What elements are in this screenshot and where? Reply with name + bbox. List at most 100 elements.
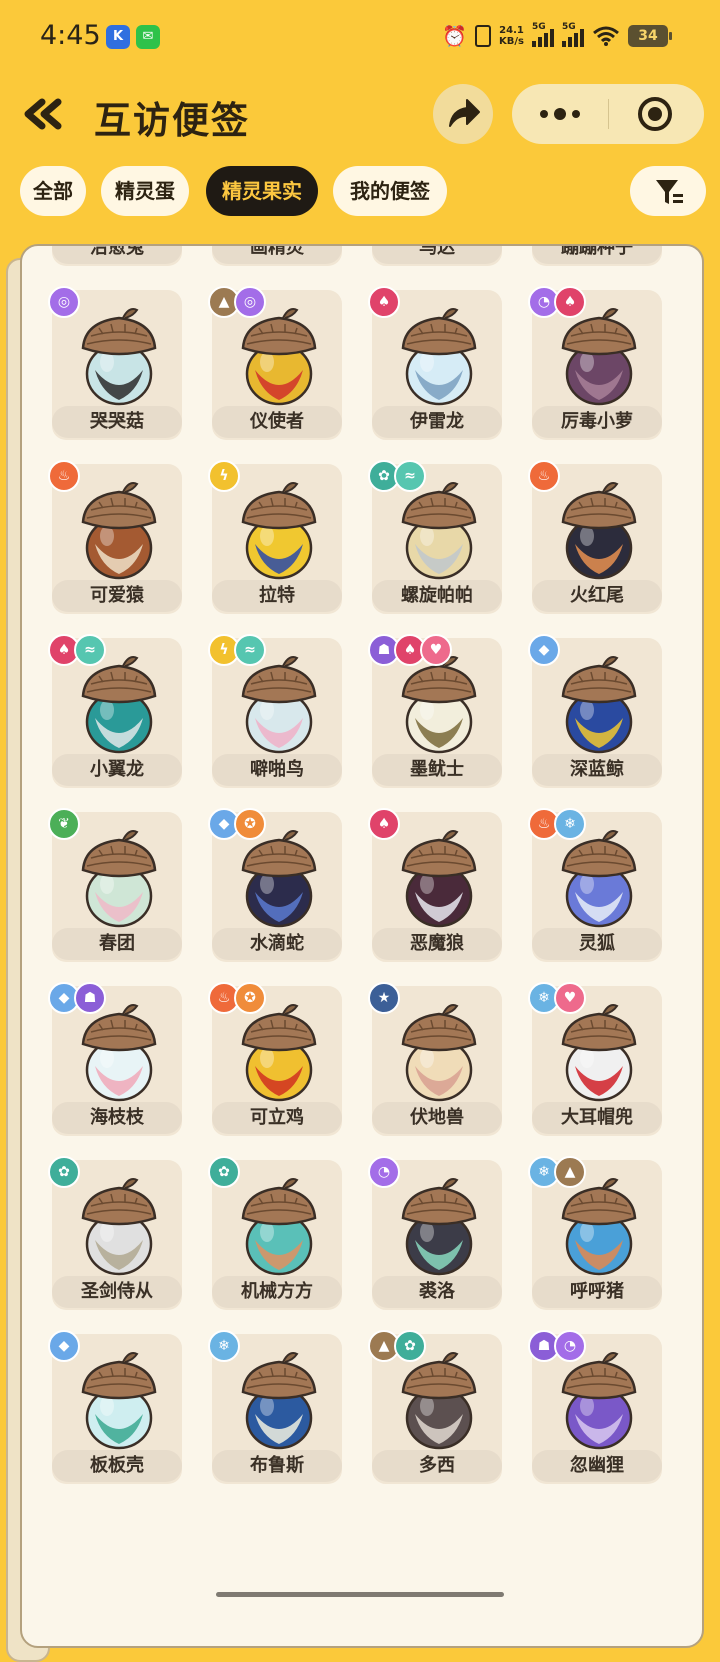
signal-1-icon: 5G bbox=[532, 22, 554, 47]
type-badges: ◎ bbox=[48, 286, 80, 318]
fruit-item[interactable]: ϟ ≈ 噼啪鸟 bbox=[208, 634, 342, 796]
fruit-item[interactable]: ✿ ≈ 螺旋帕帕 bbox=[368, 460, 502, 622]
fruit-item[interactable]: ❦ 春团 bbox=[48, 808, 182, 970]
fruit-name: 伊雷龙 bbox=[372, 406, 502, 438]
fruit-item[interactable]: 乌达 bbox=[372, 246, 502, 274]
fruit-item[interactable]: 治愈兔 bbox=[52, 246, 182, 274]
fruit-item[interactable]: ▲ ✿ 多西 bbox=[368, 1330, 502, 1492]
fruit-item[interactable]: ♨ ❄ 灵狐 bbox=[528, 808, 662, 970]
type-badges: ★ bbox=[368, 982, 400, 1014]
tab-eggs[interactable]: 精灵蛋 bbox=[101, 166, 189, 216]
signal-2-icon: 5G bbox=[562, 22, 584, 47]
fruit-name: 水滴蛇 bbox=[212, 928, 342, 960]
fruit-name: 噼啪鸟 bbox=[212, 754, 342, 786]
fruit-item[interactable]: ✿ 圣剑侍从 bbox=[48, 1156, 182, 1318]
rock-type-icon: ▲ bbox=[554, 1156, 586, 1188]
type-badges: ♠ bbox=[368, 286, 400, 318]
fruit-name: 圣剑侍从 bbox=[52, 1276, 182, 1308]
fruit-name: 哭哭菇 bbox=[52, 406, 182, 438]
fruit-item[interactable]: ◔ 裘洛 bbox=[368, 1156, 502, 1318]
type-badges: ♠ bbox=[368, 808, 400, 840]
acorn-fruit-icon bbox=[561, 308, 637, 406]
grass-type-icon: ❦ bbox=[48, 808, 80, 840]
fruit-item[interactable]: ♠ ≈ 小翼龙 bbox=[48, 634, 182, 796]
fruit-item[interactable]: ▲ ◎ 仪使者 bbox=[208, 286, 342, 448]
fruit-item[interactable]: ✿ 机械方方 bbox=[208, 1156, 342, 1318]
acorn-fruit-icon bbox=[81, 1004, 157, 1102]
tab-all[interactable]: 全部 bbox=[20, 166, 86, 216]
water-type-icon: ◆ bbox=[48, 1330, 80, 1362]
tab-fruits[interactable]: 精灵果实 bbox=[206, 166, 318, 216]
fruit-item[interactable]: ◆ ☗ 海枝枝 bbox=[48, 982, 182, 1144]
type-badges: ♨ bbox=[528, 460, 560, 492]
fruit-item[interactable]: ♨ 火红尾 bbox=[528, 460, 662, 622]
electric-type-icon: ϟ bbox=[208, 460, 240, 492]
fruit-item[interactable]: ϟ 拉特 bbox=[208, 460, 342, 622]
fruit-item[interactable]: ◎ 哭哭菇 bbox=[48, 286, 182, 448]
fruit-item[interactable]: 蹦蹦种子 bbox=[532, 246, 662, 274]
fruit-item[interactable]: ♨ 可爱猿 bbox=[48, 460, 182, 622]
fruit-item[interactable]: ★ 伏地兽 bbox=[368, 982, 502, 1144]
type-badges: ϟ ≈ bbox=[208, 634, 266, 666]
evil-type-icon: ♠ bbox=[368, 808, 400, 840]
fruit-item[interactable]: ☗ ◔ 忽幽狸 bbox=[528, 1330, 662, 1492]
fruit-item[interactable]: 画精灵 bbox=[212, 246, 342, 274]
page-title: 互访便签 bbox=[94, 99, 250, 142]
acorn-fruit-icon bbox=[561, 1352, 637, 1450]
ice-type-icon: ❄ bbox=[208, 1330, 240, 1362]
type-badges: ϟ bbox=[208, 460, 240, 492]
fruit-item[interactable]: ❄ ▲ 呼呼猪 bbox=[528, 1156, 662, 1318]
acorn-fruit-icon bbox=[241, 1352, 317, 1450]
fruit-item[interactable]: ◔ ♠ 厉毒小萝 bbox=[528, 286, 662, 448]
mech-type-icon: ✿ bbox=[208, 1156, 240, 1188]
fruit-item[interactable]: ♠ 伊雷龙 bbox=[368, 286, 502, 448]
type-badges: ◔ bbox=[368, 1156, 400, 1188]
fruit-name: 裘洛 bbox=[372, 1276, 502, 1308]
evil-type-icon: ♠ bbox=[554, 286, 586, 318]
mech-type-icon: ✿ bbox=[48, 1156, 80, 1188]
fruit-name: 墨鱿士 bbox=[372, 754, 502, 786]
martial-type-icon: ✪ bbox=[234, 982, 266, 1014]
fruit-item[interactable]: ☗ ♠ ♥ 墨鱿士 bbox=[368, 634, 502, 796]
fruit-name: 深蓝鲸 bbox=[532, 754, 662, 786]
filter-button[interactable] bbox=[630, 166, 706, 216]
fruit-item[interactable]: ❄ 布鲁斯 bbox=[208, 1330, 342, 1492]
fruit-name: 治愈兔 bbox=[52, 246, 182, 264]
close-mini-program-button[interactable] bbox=[609, 84, 704, 144]
acorn-fruit-icon bbox=[241, 656, 317, 754]
fruit-name: 灵狐 bbox=[532, 928, 662, 960]
acorn-fruit-icon bbox=[401, 1178, 477, 1276]
cute-type-icon: ♥ bbox=[554, 982, 586, 1014]
share-button[interactable] bbox=[433, 84, 493, 144]
fruit-item[interactable]: ◆ 深蓝鲸 bbox=[528, 634, 662, 796]
more-menu-button[interactable] bbox=[512, 84, 608, 144]
fruit-name: 呼呼猪 bbox=[532, 1276, 662, 1308]
fruit-name: 多西 bbox=[372, 1450, 502, 1482]
acorn-fruit-icon bbox=[401, 308, 477, 406]
acorn-fruit-icon bbox=[241, 308, 317, 406]
fruit-name: 大耳帽兜 bbox=[532, 1102, 662, 1134]
fruit-item[interactable]: ♨ ✪ 可立鸡 bbox=[208, 982, 342, 1144]
type-badges: ◆ ✪ bbox=[208, 808, 266, 840]
fruit-item[interactable]: ❄ ♥ 大耳帽兜 bbox=[528, 982, 662, 1144]
type-badges: ♨ bbox=[48, 460, 80, 492]
fruit-item[interactable]: ◆ ✪ 水滴蛇 bbox=[208, 808, 342, 970]
tab-my-notes[interactable]: 我的便签 bbox=[333, 166, 447, 216]
fruit-name: 机械方方 bbox=[212, 1276, 342, 1308]
acorn-fruit-icon bbox=[81, 308, 157, 406]
type-badges: ◆ bbox=[48, 1330, 80, 1362]
cute-type-icon: ♥ bbox=[420, 634, 452, 666]
fruit-name: 螺旋帕帕 bbox=[372, 580, 502, 612]
ice-type-icon: ❄ bbox=[554, 808, 586, 840]
acorn-fruit-icon bbox=[81, 656, 157, 754]
fruit-name: 恶魔狼 bbox=[372, 928, 502, 960]
fruit-item[interactable]: ◆ 板板壳 bbox=[48, 1330, 182, 1492]
psychic-type-icon: ◎ bbox=[234, 286, 266, 318]
acorn-fruit-icon bbox=[561, 1004, 637, 1102]
fruit-item[interactable]: ♠ 恶魔狼 bbox=[368, 808, 502, 970]
flying-type-icon: ≈ bbox=[74, 634, 106, 666]
fruit-name: 仪使者 bbox=[212, 406, 342, 438]
type-badges: ♨ ✪ bbox=[208, 982, 266, 1014]
home-indicator[interactable] bbox=[216, 1592, 504, 1597]
back-button[interactable] bbox=[18, 92, 68, 136]
